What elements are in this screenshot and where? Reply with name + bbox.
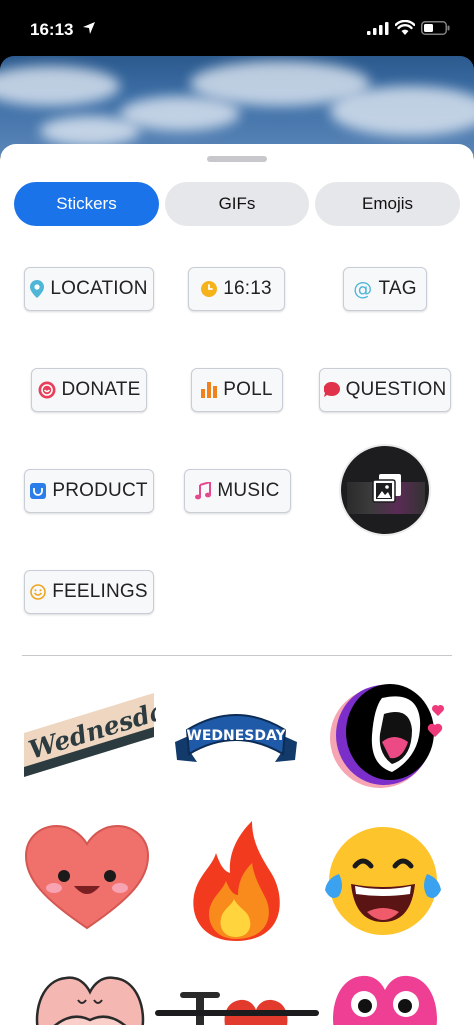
music-sticker[interactable]: MUSIC: [184, 469, 291, 513]
gif-barbell-heart[interactable]: [178, 982, 296, 1025]
product-sticker-label: PRODUCT: [52, 480, 148, 501]
music-sticker-label: MUSIC: [217, 480, 280, 501]
home-indicator[interactable]: [155, 1010, 319, 1016]
shopping-bag-icon: [30, 483, 47, 499]
tab-stickers[interactable]: Stickers: [14, 182, 159, 226]
location-pin-icon: [30, 280, 45, 298]
speech-bubble-icon: [323, 382, 340, 397]
cellular-signal-icon: [367, 22, 389, 35]
sheet-grabber-handle[interactable]: [207, 156, 267, 162]
question-sticker[interactable]: QUESTION: [319, 368, 451, 412]
at-sign-icon: @: [353, 278, 373, 300]
donate-icon: [38, 381, 56, 399]
donate-sticker-label: DONATE: [61, 379, 141, 400]
gallery-sticker[interactable]: [339, 444, 431, 536]
tag-sticker[interactable]: @ TAG: [343, 267, 427, 311]
status-bar: 16:13: [0, 0, 474, 56]
donate-sticker[interactable]: DONATE: [31, 368, 147, 412]
gif-wednesday-retro[interactable]: Wednesday: [22, 689, 184, 781]
battery-icon: [421, 21, 450, 35]
photo-gallery-icon: [372, 474, 401, 503]
time-sticker[interactable]: 16:13: [188, 267, 285, 311]
tab-gifs[interactable]: GIFs: [165, 182, 309, 226]
feelings-sticker-label: FEELINGS: [52, 581, 148, 602]
time-sticker-label: 16:13: [223, 278, 272, 299]
tab-emojis[interactable]: Emojis: [315, 182, 460, 226]
question-sticker-label: QUESTION: [345, 379, 447, 400]
smiley-icon: [30, 584, 47, 600]
tag-sticker-label: TAG: [378, 278, 417, 299]
location-sticker-label: LOCATION: [50, 278, 148, 299]
section-divider: [22, 655, 452, 656]
bar-chart-icon: [201, 382, 218, 398]
wifi-icon: [395, 20, 415, 35]
clock-icon: [201, 281, 218, 297]
story-background-photo: [0, 56, 474, 156]
sticker-sheet: Stickers GIFs Emojis LOCATION 16:13 @ TA…: [0, 144, 474, 1025]
location-arrow-icon: [83, 22, 95, 34]
gif-fire[interactable]: [186, 819, 286, 943]
poll-sticker[interactable]: POLL: [191, 368, 283, 412]
location-sticker[interactable]: LOCATION: [24, 267, 154, 311]
gif-screaming-mouth[interactable]: [322, 680, 452, 790]
status-time: 16:13: [30, 20, 74, 39]
music-note-icon: [195, 482, 212, 500]
feelings-sticker[interactable]: FEELINGS: [24, 570, 154, 614]
gif-wednesday-banner[interactable]: WEDNESDAY: [175, 704, 297, 769]
gif-smiling-heart[interactable]: [24, 824, 150, 934]
gif-pink-heart-eyes[interactable]: [330, 970, 440, 1025]
product-sticker[interactable]: PRODUCT: [24, 469, 154, 513]
gif-tears-of-joy[interactable]: [323, 824, 443, 938]
poll-sticker-label: POLL: [223, 379, 273, 400]
gif-wednesday-banner-text: WEDNESDAY: [186, 728, 286, 744]
gif-hugging-heart[interactable]: [30, 970, 150, 1025]
